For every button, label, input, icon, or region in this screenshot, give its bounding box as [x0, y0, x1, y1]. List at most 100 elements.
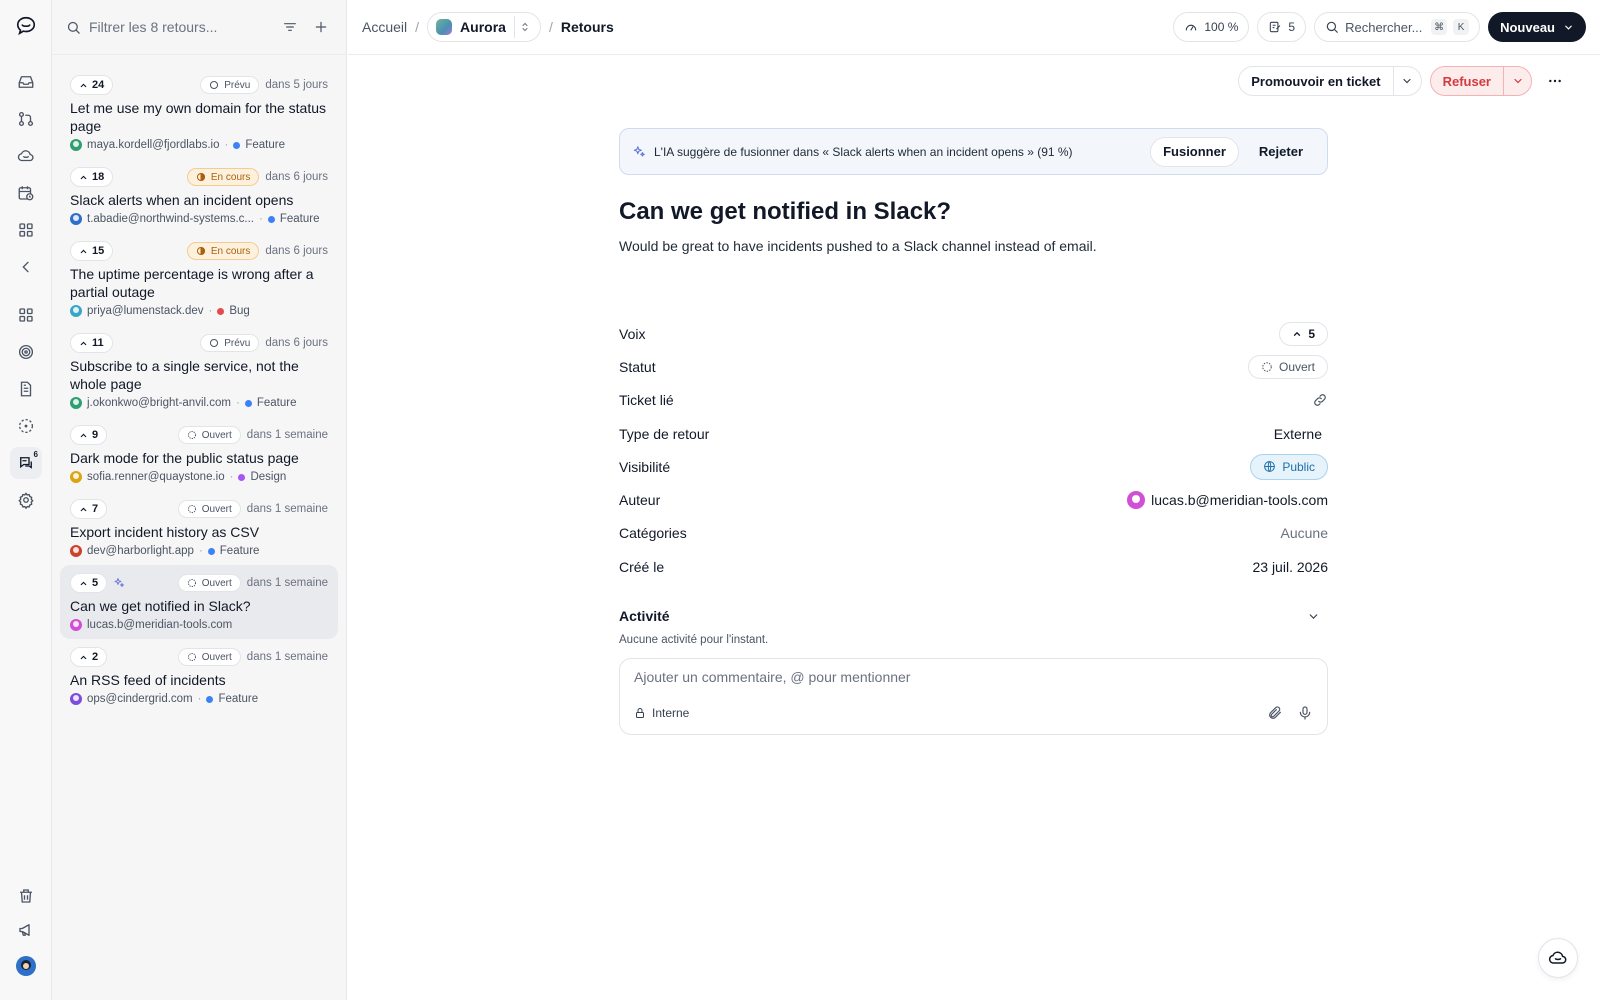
composer-footer: Interne [634, 705, 1313, 721]
list-item[interactable]: 24 Prévu dans 5 jours Let me use my own dom… [60, 67, 338, 159]
document-icon[interactable] [10, 373, 42, 405]
author-value[interactable]: lucas.b@meridian-tools.com [1127, 491, 1328, 510]
vote-button[interactable]: 11 [70, 333, 113, 353]
vote-button[interactable]: 2 [70, 647, 108, 667]
activity-header[interactable]: Activité [619, 608, 1328, 624]
prop-linked-ticket: Ticket lié [619, 384, 1328, 417]
visibility-value: Public [1282, 459, 1315, 474]
list-item[interactable]: 9 Ouvert dans 1 semaine Dark mode for the p… [60, 417, 338, 491]
status-select[interactable]: Ouvert [1247, 354, 1328, 379]
more-options-icon[interactable] [1540, 66, 1570, 96]
vote-button[interactable]: 24 [70, 75, 114, 95]
reject-button[interactable]: Rejeter [1247, 137, 1315, 167]
type-value[interactable]: Externe [1274, 426, 1328, 442]
chevron-up-icon [79, 173, 88, 182]
item-when: dans 6 jours [265, 337, 328, 349]
activity-empty-text: Aucune activité pour l'instant. [619, 634, 769, 647]
status-label: En cours [210, 171, 251, 183]
list-item[interactable]: 11 Prévu dans 6 jours Subscribe to a single… [60, 325, 338, 417]
author-avatar [70, 139, 82, 151]
visibility-select[interactable]: Public [1250, 453, 1328, 480]
prop-label: Auteur [619, 492, 661, 509]
dashboard-grid-icon[interactable] [10, 299, 42, 331]
status-label: Prévu [224, 79, 251, 91]
category-dot [217, 307, 225, 315]
comment-composer: Interne [619, 658, 1328, 736]
paperclip-icon[interactable] [1267, 705, 1283, 721]
vote-count: 5 [92, 577, 99, 589]
prop-categories: Catégories Aucune [619, 517, 1328, 550]
prop-type: Type de retour Externe [619, 417, 1328, 450]
git-pull-request-icon[interactable] [10, 103, 42, 135]
comment-input[interactable] [634, 669, 1313, 686]
refuse-button[interactable]: Refuser [1431, 67, 1503, 95]
categories-value[interactable]: Aucune [1281, 525, 1328, 541]
feedback-list-panel: 24 Prévu dans 5 jours Let me use my own dom… [52, 0, 347, 1000]
item-when: dans 1 semaine [246, 503, 328, 515]
app-logo-icon[interactable] [10, 10, 42, 42]
zoom-button[interactable]: 100 % [1173, 12, 1250, 42]
feedback-icon[interactable]: 6 [10, 447, 42, 479]
new-button[interactable]: Nouveau [1488, 12, 1586, 42]
list-item[interactable]: 18 En cours dans 6 jours Slack alerts when … [60, 159, 338, 233]
dashed-circle-icon [187, 578, 197, 588]
chevron-left-icon[interactable] [10, 251, 42, 283]
vote-button[interactable]: 7 [70, 499, 108, 519]
item-category: Design [250, 471, 287, 483]
vote-button[interactable]: 18 [70, 167, 114, 187]
list-item[interactable]: 5 Ouvert dans 1 semaine Can we get notified… [60, 565, 338, 639]
apps-grid-icon[interactable] [10, 214, 42, 246]
settings-icon[interactable] [10, 484, 42, 516]
internal-toggle[interactable]: Interne [634, 706, 689, 720]
trash-icon[interactable] [10, 880, 42, 912]
author-avatar [70, 545, 82, 557]
dashed-circle-icon[interactable] [10, 410, 42, 442]
megaphone-icon[interactable] [10, 914, 42, 946]
author-avatar [70, 619, 82, 631]
prop-votes: Voix 5 [619, 317, 1328, 350]
user-avatar[interactable] [10, 950, 42, 982]
item-title: Subscribe to a single service, not the w… [70, 358, 299, 392]
status-label: Ouvert [201, 503, 232, 515]
calendar-clock-icon[interactable] [10, 177, 42, 209]
sort-filter-icon[interactable] [278, 15, 301, 39]
vote-count: 15 [92, 245, 105, 257]
link-icon[interactable] [1312, 392, 1328, 408]
vote-button[interactable]: 5 [70, 573, 108, 593]
header-actions: 100 % 5 Rechercher... ⌘ K Nouveau [1173, 12, 1586, 42]
circle-icon [209, 80, 219, 90]
project-switcher[interactable]: Aurora [427, 12, 541, 42]
inbox-icon[interactable] [10, 66, 42, 98]
vote-button[interactable]: 9 [70, 425, 108, 445]
vote-button[interactable]: 15 [70, 241, 114, 261]
item-title: Export incident history as CSV [70, 524, 260, 540]
list-item[interactable]: 15 En cours dans 6 jours The uptime percent… [60, 233, 338, 325]
cloud-icon[interactable] [10, 140, 42, 172]
breadcrumb-home[interactable]: Accueil [362, 19, 407, 35]
internal-label: Interne [652, 706, 690, 721]
merge-button[interactable]: Fusionner [1150, 136, 1239, 167]
promote-button[interactable]: Promouvoir en ticket [1239, 67, 1392, 95]
chevron-down-icon[interactable] [1392, 67, 1421, 95]
global-search[interactable]: Rechercher... ⌘ K [1314, 12, 1481, 42]
filter-input[interactable] [89, 19, 270, 35]
feedback-title[interactable]: Can we get notified in Slack? [619, 198, 1328, 226]
target-icon[interactable] [10, 336, 42, 368]
status-value: Ouvert [1278, 359, 1315, 374]
feedback-description[interactable]: Would be great to have incidents pushed … [619, 238, 1328, 254]
notes-button[interactable]: 5 [1257, 12, 1307, 42]
microphone-icon[interactable] [1297, 705, 1313, 721]
list-item[interactable]: 2 Ouvert dans 1 semaine An RSS feed of inci… [60, 639, 338, 713]
chevron-up-icon [79, 81, 88, 90]
vote-button[interactable]: 5 [1279, 321, 1328, 346]
add-icon[interactable] [309, 15, 332, 39]
chevron-up-down-icon[interactable] [513, 16, 536, 38]
chevron-down-icon[interactable] [1503, 67, 1531, 95]
sparkles-icon [113, 577, 125, 589]
item-title: An RSS feed of incidents [70, 672, 226, 688]
help-chat-button[interactable] [1538, 938, 1578, 978]
chevron-up-icon [79, 653, 88, 662]
list-item[interactable]: 7 Ouvert dans 1 semaine Export incident his… [60, 491, 338, 565]
item-meta: j.okonkwo@bright-anvil.com · Feature [70, 397, 328, 409]
chevron-down-icon[interactable] [1307, 610, 1328, 623]
